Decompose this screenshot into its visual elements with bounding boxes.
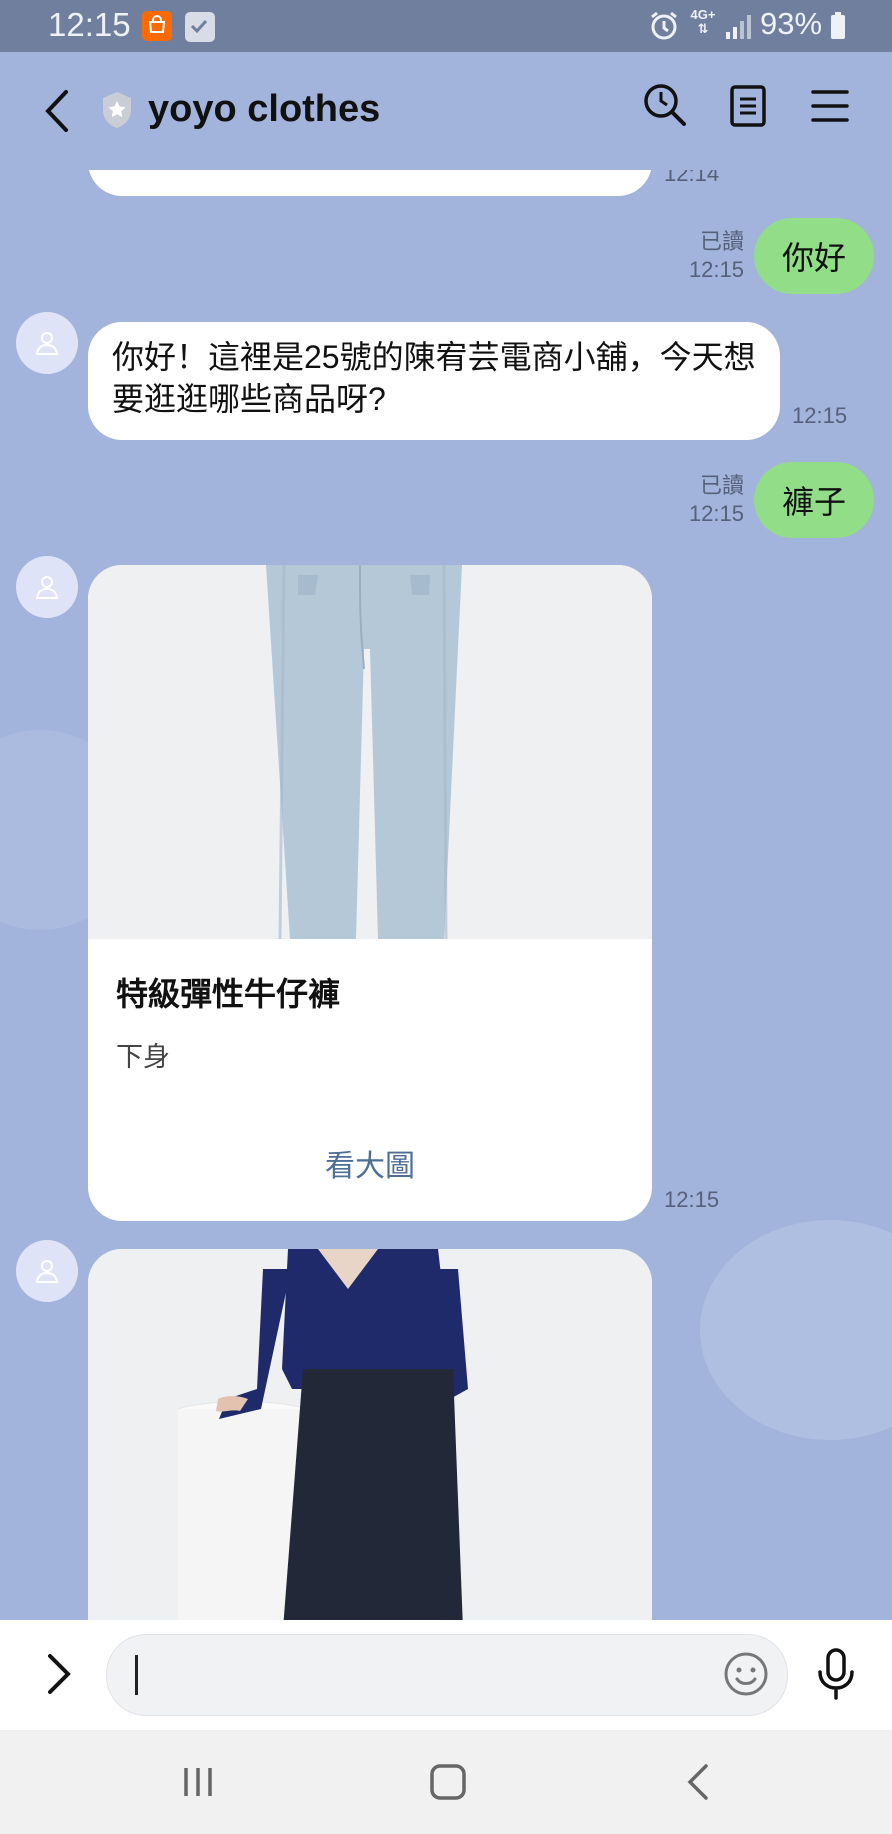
input-bar [0, 1620, 892, 1730]
received-message-bubble[interactable]: 你好！這裡是25號的陳宥芸電商小舖，今天想要逛逛哪些商品呀? [88, 322, 780, 440]
product-image-skirt[interactable] [88, 1249, 652, 1620]
microphone-icon[interactable] [816, 1648, 856, 1705]
message-input[interactable] [106, 1634, 788, 1716]
avatar[interactable] [16, 312, 78, 374]
expand-chevron-right-icon[interactable] [44, 1652, 74, 1701]
search-clock-icon[interactable] [642, 82, 688, 133]
message-timestamp: 12:15 [792, 403, 848, 428]
product-category: 下身 [116, 1042, 170, 1072]
background-cloud [700, 1220, 892, 1440]
home-icon[interactable] [428, 1762, 468, 1807]
message-text: 你好！這裡是25號的陳宥芸電商小舖，今天想要逛逛哪些商品呀? [112, 339, 756, 417]
chat-header: yoyo clothes [0, 52, 892, 170]
previous-message-bubble[interactable] [88, 170, 652, 196]
product-title: 特級彈性牛仔褲 [116, 976, 341, 1012]
message-timestamp: 12:14 [664, 170, 720, 186]
shield-star-icon [100, 90, 134, 135]
signal-icon [724, 12, 754, 45]
sent-message-bubble[interactable]: 你好 [754, 218, 874, 294]
network-type-indicator: 4G+ ⇅ [690, 7, 716, 36]
avatar[interactable] [16, 1240, 78, 1302]
android-nav-bar [0, 1730, 892, 1834]
back-icon[interactable] [684, 1762, 712, 1807]
read-receipt: 已讀 12:15 [688, 229, 744, 282]
text-caret [135, 1655, 138, 1695]
recent-apps-icon[interactable] [180, 1764, 216, 1805]
product-card[interactable]: 特級彈性牛仔褲 下身 看大圖 [88, 565, 652, 1221]
product-card[interactable] [88, 1249, 652, 1620]
task-check-notification-icon [185, 12, 215, 42]
message-timestamp: 12:15 [664, 1187, 720, 1212]
chat-area[interactable]: 12:14 已讀 12:15 你好 你好！這裡是25號的陳宥芸電商小舖，今天想要逛… [0, 170, 892, 1620]
status-time: 12:15 [48, 6, 131, 43]
chat-title: yoyo clothes [148, 88, 381, 130]
battery-percent: 93% [760, 6, 823, 41]
view-large-image-link[interactable]: 看大圖 [88, 1141, 652, 1185]
shopping-app-notification-icon [142, 11, 172, 41]
avatar[interactable] [16, 556, 78, 618]
read-receipt: 已讀 12:15 [688, 473, 744, 526]
alarm-icon [648, 10, 680, 47]
notes-icon[interactable] [728, 84, 768, 133]
product-image-jeans[interactable] [88, 565, 652, 939]
message-text: 你好 [781, 240, 846, 276]
message-text: 褲子 [781, 484, 846, 520]
battery-icon [830, 12, 846, 45]
emoji-icon[interactable] [723, 1651, 769, 1702]
back-chevron-icon[interactable] [38, 88, 78, 134]
status-bar: 12:15 4G+ ⇅ 93% [0, 0, 892, 52]
sent-message-bubble[interactable]: 褲子 [754, 462, 874, 538]
hamburger-menu-icon[interactable] [810, 86, 850, 131]
